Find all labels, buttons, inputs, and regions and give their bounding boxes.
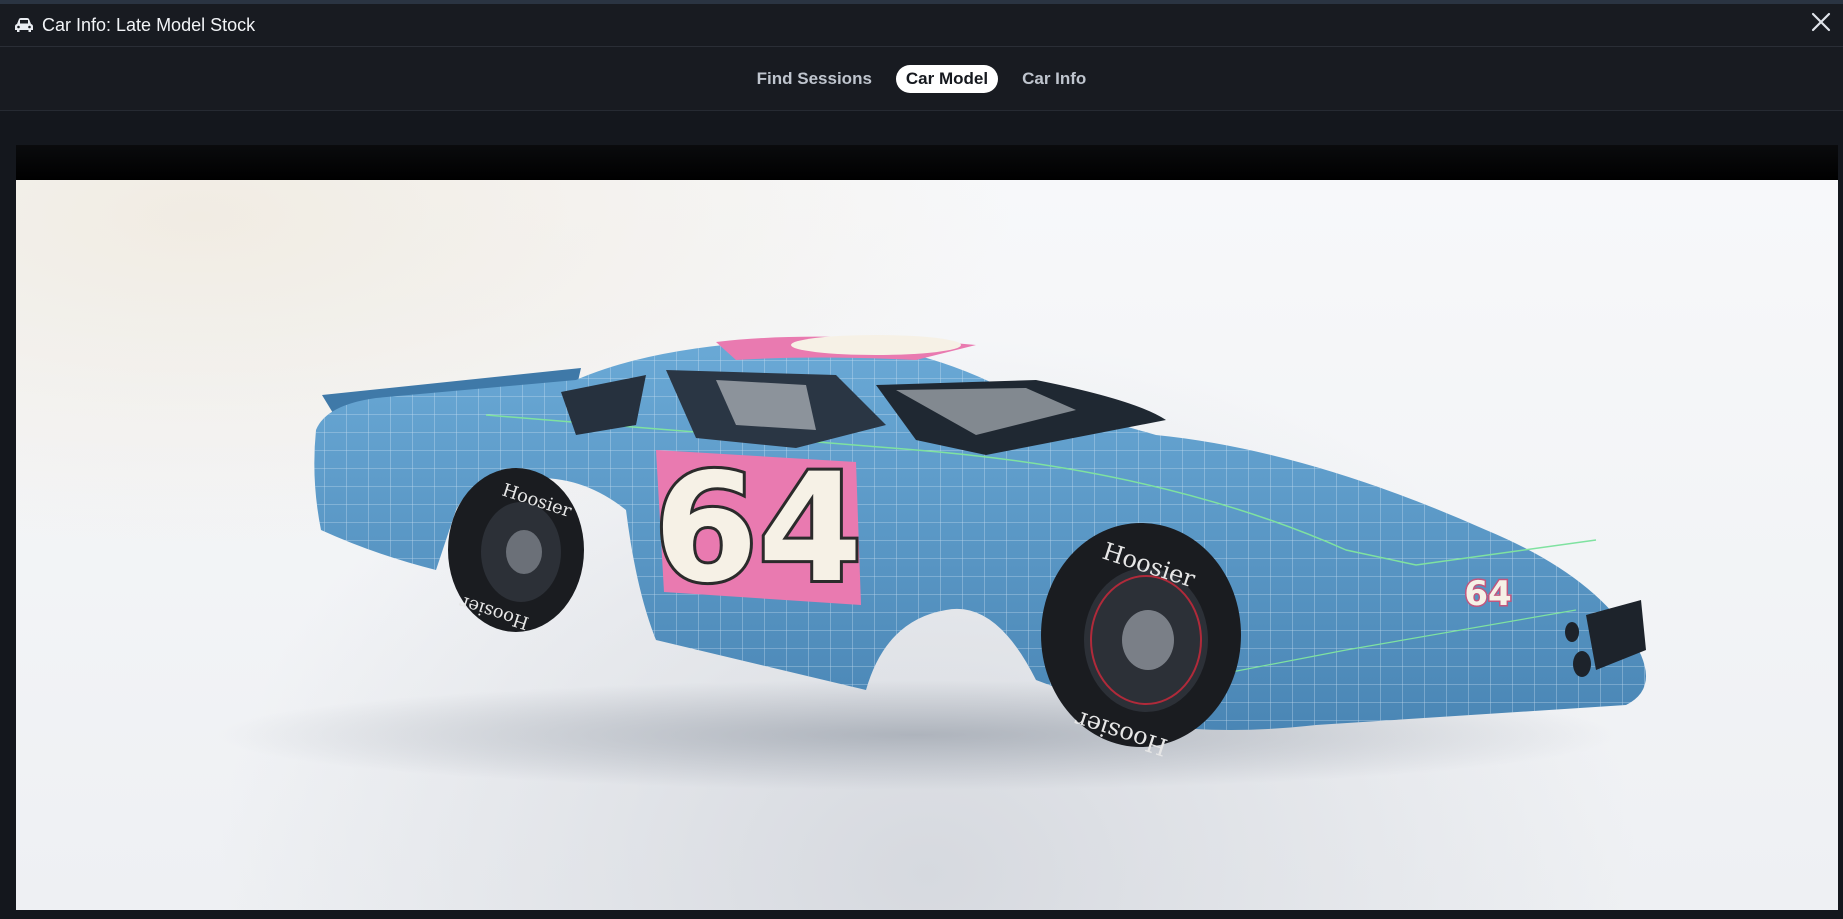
close-button[interactable] (1807, 8, 1835, 36)
title-bar: Car Info: Late Model Stock (0, 4, 1843, 47)
model-viewer-header-shadow (16, 145, 1838, 181)
bottom-strip (0, 910, 1843, 919)
tab-bar: Find Sessions Car Model Car Info (0, 47, 1843, 111)
window-title: Car Info: Late Model Stock (42, 14, 256, 35)
car-model-viewer[interactable]: 64 64 Hoosier Hoosier Hoosier Hoosier (16, 180, 1838, 910)
tab-find-sessions[interactable]: Find Sessions (747, 65, 882, 93)
close-icon (1811, 12, 1831, 32)
tab-car-model[interactable]: Car Model (895, 64, 999, 93)
door-number-panel: 64 (651, 439, 866, 619)
tab-car-info[interactable]: Car Info (1012, 65, 1096, 93)
rear-wheel: Hoosier Hoosier (448, 468, 584, 633)
nose-number: 64 (1464, 574, 1511, 614)
door-number: 64 (654, 442, 863, 616)
car-icon (14, 17, 34, 33)
car-3d-render: 64 64 Hoosier Hoosier Hoosier Hoosier (216, 335, 1646, 790)
